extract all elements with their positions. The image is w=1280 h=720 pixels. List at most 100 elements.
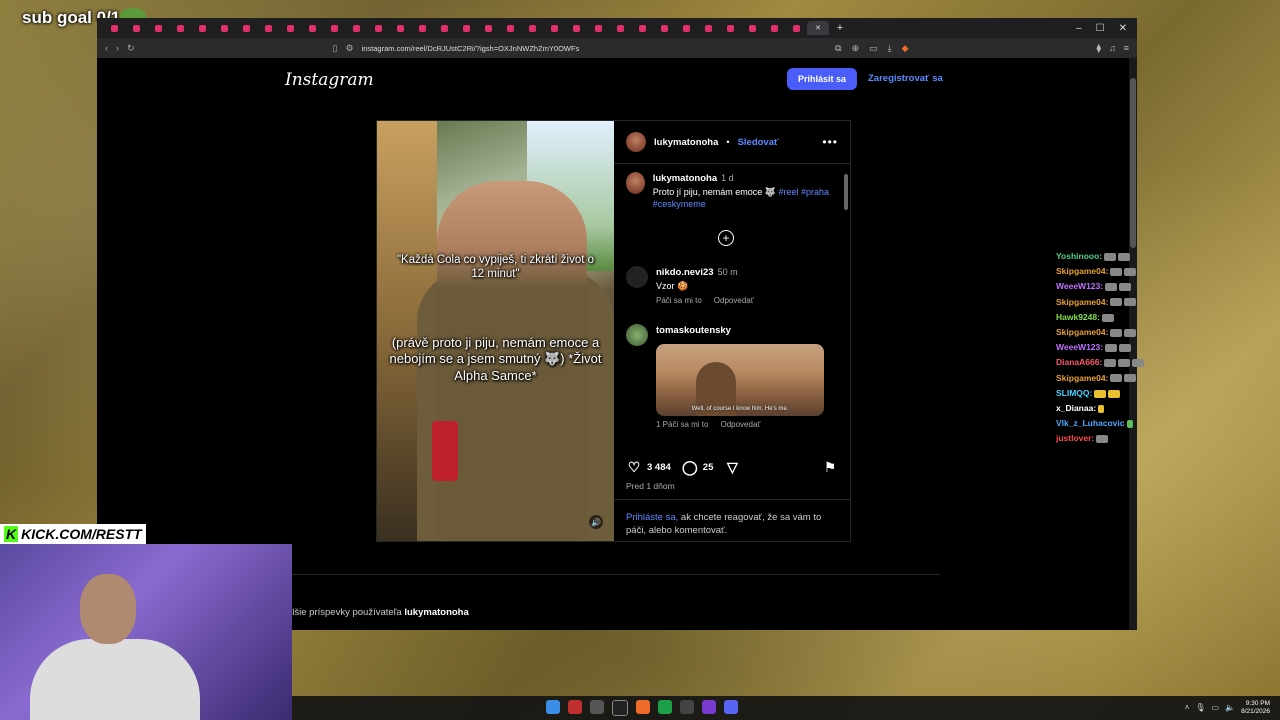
comment-icon[interactable]: ◯ [682,459,698,475]
login-button[interactable]: Prihlásit sa [787,68,857,90]
brave-icon[interactable] [636,700,650,714]
menu-icon[interactable]: ≡ [1124,43,1129,54]
browser-tab[interactable] [763,21,785,35]
browser-tab[interactable] [389,21,411,35]
bookmark-icon[interactable]: ▯ [333,43,338,54]
browser-tab[interactable] [631,21,653,35]
close-icon[interactable]: ✕ [1119,23,1127,34]
more-options-icon[interactable]: ••• [822,135,838,149]
browser-tab[interactable] [125,21,147,35]
avatar[interactable] [626,266,648,288]
browser-tab[interactable] [543,21,565,35]
comment-reply[interactable]: Odpovedať [714,296,754,307]
browser-tab[interactable] [565,21,587,35]
emote-icon [1108,389,1121,398]
browser-tab[interactable] [653,21,675,35]
browser-tab[interactable] [323,21,345,35]
browser-tab[interactable] [433,21,455,35]
browser-tab[interactable] [279,21,301,35]
discord-icon[interactable] [724,700,738,714]
load-more-comments-icon[interactable]: + [718,230,734,246]
comment-gif[interactable]: Well, of course I know him. He's me. [656,343,824,416]
browser-tab[interactable] [213,21,235,35]
forward-icon[interactable]: › [116,43,119,53]
browser-tab[interactable] [675,21,697,35]
browser-tab-active[interactable]: ✕ [807,21,829,35]
network-icon[interactable]: ▭ [1212,703,1220,712]
sound-toggle-icon[interactable]: 🔊 [589,515,603,529]
media-icon[interactable]: ♫ [1109,43,1116,54]
maximize-icon[interactable]: ☐ [1096,23,1105,34]
app-icon[interactable] [658,700,672,714]
browser-tab[interactable] [785,21,807,35]
minimize-icon[interactable]: – [1076,23,1082,34]
app-icon[interactable] [590,700,604,714]
comment-reply[interactable]: Odpovedať [720,420,760,431]
browser-tab[interactable] [587,21,609,35]
app-icon[interactable] [568,700,582,714]
mic-icon[interactable]: 🎙 [1195,703,1205,712]
browser-tab[interactable] [169,21,191,35]
reader-icon[interactable]: ▭ [869,43,878,54]
description-author[interactable]: lukymatonoha [653,173,717,184]
browser-tab[interactable] [147,21,169,35]
bookmark-save-icon[interactable]: ⚑ [822,459,838,475]
browser-tab[interactable] [499,21,521,35]
comment-likes[interactable]: Páči sa mi to [656,296,702,307]
zoom-icon[interactable]: ⊕ [852,43,860,54]
browser-tab[interactable] [719,21,741,35]
login-prompt-link[interactable]: Prihláste sa, [626,512,678,523]
browser-tab[interactable] [301,21,323,35]
back-icon[interactable]: ‹ [105,43,108,53]
author-name[interactable]: lukymatonoha [654,137,718,148]
post-date: Pred 1 dňom [626,481,675,491]
extensions-icon[interactable]: ⧫ [1097,43,1101,54]
app-icon[interactable] [612,700,628,716]
browser-tab[interactable] [411,21,433,35]
chat-message: Skipgame04: [1056,295,1236,310]
browser-tab[interactable] [741,21,763,35]
app-icon[interactable] [680,700,694,714]
browser-tab[interactable] [191,21,213,35]
url-field[interactable]: instagram.com/reel/DcRJUstC2Ri/?igsh=OXJ… [362,44,580,53]
comments-scrollbar[interactable] [844,166,848,446]
signup-link[interactable]: Zaregistrovať sa [868,73,943,84]
avatar[interactable] [626,132,646,152]
browser-tab[interactable] [103,21,125,35]
brave-shield-icon[interactable]: ◆ [902,43,909,54]
more-posts-user[interactable]: lukymatonoha [404,607,468,618]
browser-tab[interactable] [477,21,499,35]
reel-video[interactable]: "Každá Cola co vypiješ, ti zkrátí život … [377,121,614,541]
stream-chat: Yoshinooo: Skipgame04: WeeeW123: Skipgam… [1056,249,1236,447]
browser-tab[interactable] [235,21,257,35]
translate-icon[interactable]: ⧉ [835,43,841,54]
reload-icon[interactable]: ↻ [127,43,135,54]
video-caption-top: "Každá Cola co vypiješ, ti zkrátí život … [396,254,595,281]
browser-tab[interactable] [367,21,389,35]
follow-button[interactable]: Sledovať [738,137,779,148]
heart-icon[interactable]: ♡ [626,459,642,475]
browser-tab[interactable] [257,21,279,35]
comment-author[interactable]: nikdo.nevi23 [656,267,714,278]
share-icon[interactable]: ▽ [724,459,740,475]
comment-author[interactable]: tomaskoutensky [656,325,731,336]
new-tab-button[interactable]: + [829,21,851,35]
app-icon[interactable] [702,700,716,714]
comment-likes[interactable]: 1 Páči sa mi to [656,420,708,431]
browser-tab[interactable] [455,21,477,35]
avatar[interactable] [626,172,645,194]
browser-tab[interactable] [609,21,631,35]
chat-user: Skipgame04: [1056,266,1109,277]
browser-tab[interactable] [345,21,367,35]
instagram-logo[interactable]: Instagram [285,70,374,90]
clock[interactable]: 9:30 PM 8/21/2026 [1241,700,1270,716]
site-info-icon[interactable]: ⚙ [346,43,354,54]
chevron-up-icon[interactable]: ˄ [1185,703,1190,712]
browser-tab[interactable] [697,21,719,35]
browser-tab[interactable] [521,21,543,35]
chat-user: Skipgame04: [1056,327,1109,338]
download-icon[interactable]: ⤓ [888,43,892,54]
avatar[interactable] [626,324,648,346]
volume-icon[interactable]: 🔈 [1225,703,1235,712]
windows-start-icon[interactable] [546,700,560,714]
